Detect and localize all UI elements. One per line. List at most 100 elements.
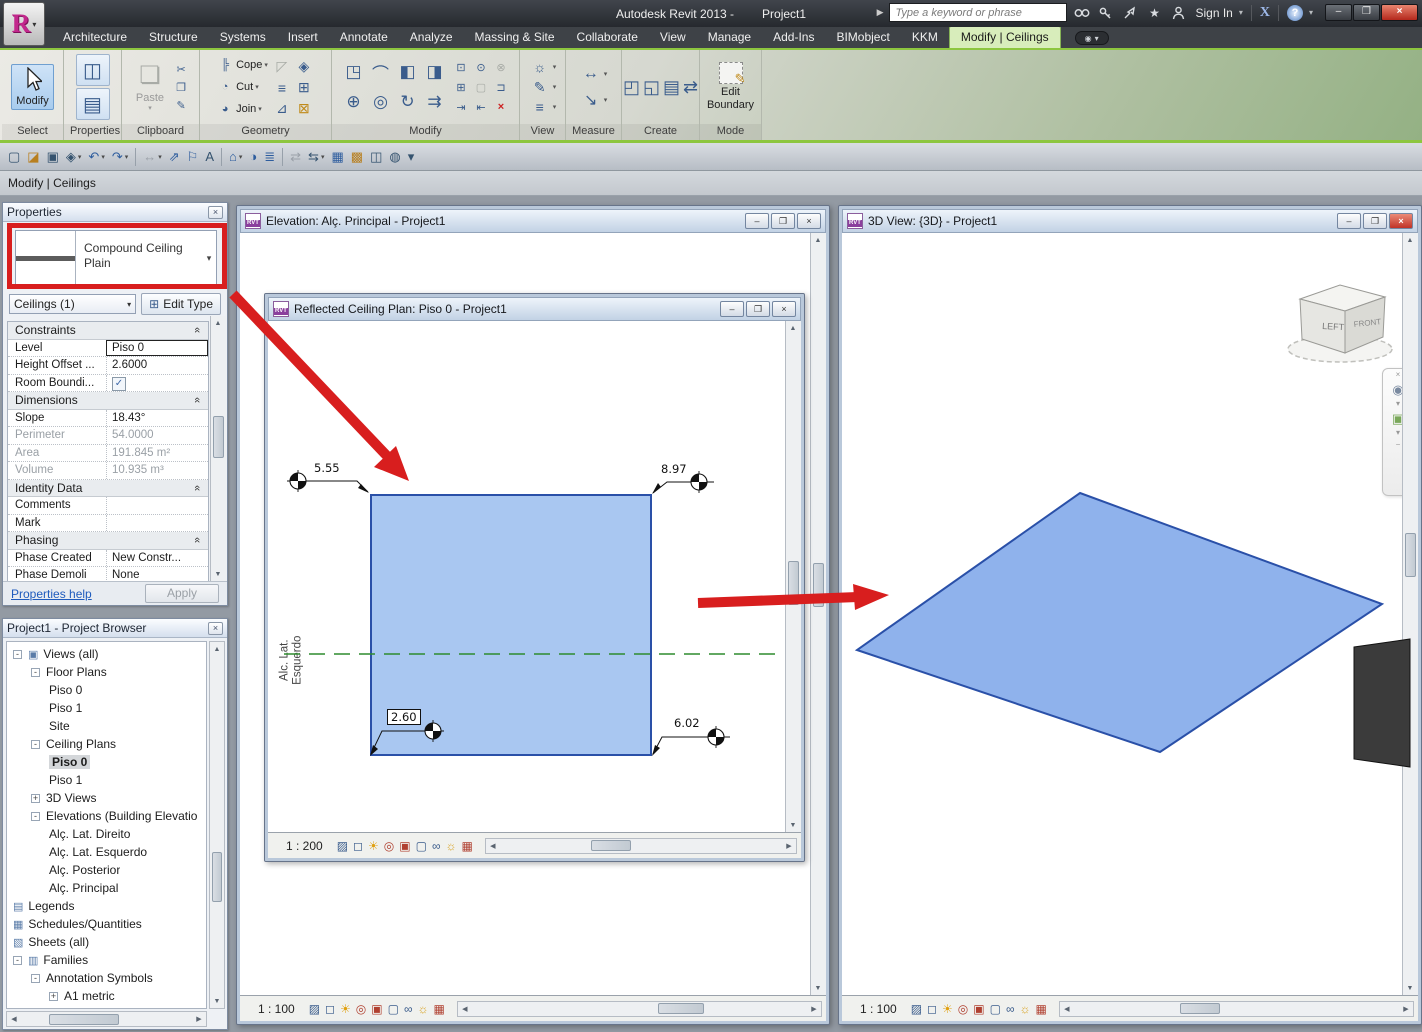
- navbar-caret-icon[interactable]: ▾: [1396, 399, 1400, 409]
- scrollbar-thumb[interactable]: [49, 1013, 119, 1025]
- measure-icon[interactable]: ↔ ▾: [143, 149, 162, 164]
- scroll-up-icon[interactable]: ▲: [210, 642, 224, 656]
- create-panel-label[interactable]: Create: [622, 124, 699, 140]
- offset-icon[interactable]: ⇉: [424, 91, 446, 113]
- property-row[interactable]: Height Offset ... 2.6000: [8, 357, 208, 375]
- panel-display-toggle[interactable]: ◉ ▾: [1074, 31, 1109, 45]
- scale-label[interactable]: 1 : 100: [860, 1002, 897, 1016]
- ribbon-tab[interactable]: Analyze: [399, 27, 464, 48]
- cut-button[interactable]: ◔ Cut ▾: [216, 77, 268, 98]
- close-button[interactable]: ×: [772, 301, 796, 317]
- close-icon[interactable]: ×: [208, 205, 223, 219]
- paint-icon[interactable]: ◈: [293, 56, 315, 78]
- array-icon[interactable]: ⊞: [452, 78, 470, 96]
- spot-elevation-value[interactable]: 2.60: [387, 709, 421, 725]
- ribbon-tab[interactable]: Collaborate: [566, 27, 649, 48]
- tree-item[interactable]: - Annotation Symbols: [7, 969, 206, 987]
- qat-customize-icon[interactable]: ▾: [408, 149, 415, 165]
- type-selector[interactable]: Compound Ceiling Plain ▾: [15, 230, 217, 286]
- three-d-view-canvas[interactable]: LEFT FRONT × ◉ ▾ ▣ ▾ − ▲ ▼: [842, 233, 1418, 995]
- sign-in-person-icon[interactable]: [1169, 4, 1187, 22]
- align-icon[interactable]: ◳: [343, 61, 365, 83]
- ceiling-plan-canvas[interactable]: 5.55 8.97 2.60 6.02 Alc. Lat. Esquerdo ▲ …: [268, 321, 801, 832]
- cope-button[interactable]: ╠ Cope ▾: [216, 55, 268, 76]
- aligned-dimension-icon[interactable]: ⇗: [169, 149, 180, 165]
- tree-item[interactable]: ▧ Sheets (all): [7, 933, 206, 951]
- view-panel-label[interactable]: View: [520, 124, 565, 140]
- ribbon-tab[interactable]: Massing & Site: [464, 27, 566, 48]
- tree-item[interactable]: + A1 metric: [7, 987, 206, 1005]
- properties-scrollbar[interactable]: ▲ ▼: [210, 316, 226, 581]
- exchange-apps-icon[interactable]: X: [1260, 5, 1270, 21]
- temporary-hide-icon[interactable]: ∞: [404, 1002, 413, 1016]
- select-panel-label[interactable]: Select: [2, 124, 63, 140]
- tree-item[interactable]: ▤ Legends: [7, 897, 206, 915]
- search-input[interactable]: [889, 3, 1068, 22]
- beam-cutback-icon[interactable]: ⊿: [271, 98, 293, 120]
- analytical-model-icon[interactable]: ▦: [1036, 1002, 1047, 1016]
- spot-elevation-value[interactable]: 8.97: [661, 462, 687, 476]
- tree-item[interactable]: + 3D Views: [7, 789, 206, 807]
- visual-style-icon[interactable]: ◻: [353, 839, 363, 853]
- create-assembly-icon[interactable]: ▤: [663, 73, 680, 101]
- scale-label[interactable]: 1 : 100: [258, 1002, 295, 1016]
- shadows-icon[interactable]: ◎: [958, 1002, 968, 1016]
- help-icon[interactable]: ?: [1286, 4, 1303, 21]
- ribbon-tab[interactable]: Annotate: [329, 27, 399, 48]
- chevron-down-icon[interactable]: ▾: [1239, 8, 1243, 17]
- trim-icon[interactable]: ⇥: [452, 98, 470, 116]
- subscription-key-icon[interactable]: [1097, 4, 1115, 22]
- modify-button[interactable]: Modify: [11, 63, 54, 111]
- spot-elevation-value[interactable]: 6.02: [674, 716, 700, 730]
- property-row[interactable]: Constraints: [8, 322, 208, 340]
- sheet-icon[interactable]: ▩: [351, 149, 363, 165]
- scroll-left-icon[interactable]: ◀: [458, 1002, 472, 1016]
- tree-item[interactable]: - Elevations (Building Elevatio: [7, 807, 206, 825]
- scrollbar-thumb[interactable]: [1405, 533, 1416, 577]
- three-d-view-titlebar[interactable]: RVT 3D View: {3D} - Project1 – ❐ ×: [842, 209, 1418, 233]
- tree-toggle-icon[interactable]: -: [13, 649, 22, 659]
- horizontal-scrollbar[interactable]: ◀ ▶: [1058, 1000, 1414, 1017]
- scroll-down-icon[interactable]: ▼: [1403, 981, 1417, 995]
- scroll-left-icon[interactable]: ◀: [7, 1012, 21, 1026]
- demolish-icon[interactable]: ⊞: [293, 77, 315, 99]
- hammer-icon[interactable]: ⊠: [293, 98, 315, 120]
- scroll-up-icon[interactable]: ▲: [786, 321, 800, 335]
- sun-path-icon[interactable]: ☀: [340, 1002, 351, 1016]
- move-icon[interactable]: ⊕: [343, 91, 365, 113]
- maximize-button[interactable]: ❐: [1353, 4, 1380, 21]
- scrollbar-thumb[interactable]: [590, 840, 631, 851]
- tree-item[interactable]: Alç. Lat. Direito: [7, 825, 206, 843]
- new-file-icon[interactable]: ▢: [8, 149, 20, 165]
- mode-panel-label[interactable]: Mode: [700, 124, 761, 140]
- scroll-down-icon[interactable]: ▼: [211, 567, 225, 581]
- tree-item[interactable]: Piso 0: [7, 681, 206, 699]
- property-row[interactable]: Dimensions: [8, 392, 208, 410]
- tree-item[interactable]: Site: [7, 717, 206, 735]
- create-similar-icon[interactable]: ◱: [643, 73, 660, 101]
- sun-path-icon[interactable]: ☀: [368, 839, 379, 853]
- property-row[interactable]: Identity Data: [8, 479, 208, 497]
- wall-joins-icon[interactable]: ≡: [271, 77, 293, 99]
- split-element-icon[interactable]: ◧: [397, 61, 419, 83]
- navbar-close-icon[interactable]: ×: [1396, 370, 1401, 380]
- modify-panel-label[interactable]: Modify: [332, 124, 519, 140]
- measure-between-icon[interactable]: ↘ ▾: [580, 90, 607, 110]
- properties-help-link[interactable]: Properties help: [11, 587, 92, 601]
- properties-palette-titlebar[interactable]: Properties ×: [3, 203, 227, 222]
- detail-level-icon[interactable]: ▨: [911, 1002, 922, 1016]
- element-filter-dropdown[interactable]: Ceilings (1) ▾: [9, 294, 137, 314]
- open-file-icon[interactable]: ◪: [27, 149, 39, 165]
- sun-path-icon[interactable]: ☀: [942, 1002, 953, 1016]
- scrollbar-thumb[interactable]: [788, 561, 799, 605]
- scroll-up-icon[interactable]: ▲: [811, 233, 825, 247]
- spot-elevation-target[interactable]: [688, 471, 710, 493]
- split-with-gap-icon[interactable]: ◨: [424, 61, 446, 83]
- ceiling-plan-titlebar[interactable]: RVT Reflected Ceiling Plan: Piso 0 - Pro…: [268, 297, 801, 321]
- navbar-caret-icon[interactable]: ▾: [1396, 428, 1400, 438]
- chevron-down-icon[interactable]: ▾: [202, 231, 216, 285]
- measure-panel-label[interactable]: Measure: [566, 124, 621, 140]
- section-icon[interactable]: ◑: [249, 149, 257, 164]
- scroll-up-icon[interactable]: ▲: [211, 316, 225, 330]
- chevron-down-icon[interactable]: ▾: [1309, 8, 1313, 17]
